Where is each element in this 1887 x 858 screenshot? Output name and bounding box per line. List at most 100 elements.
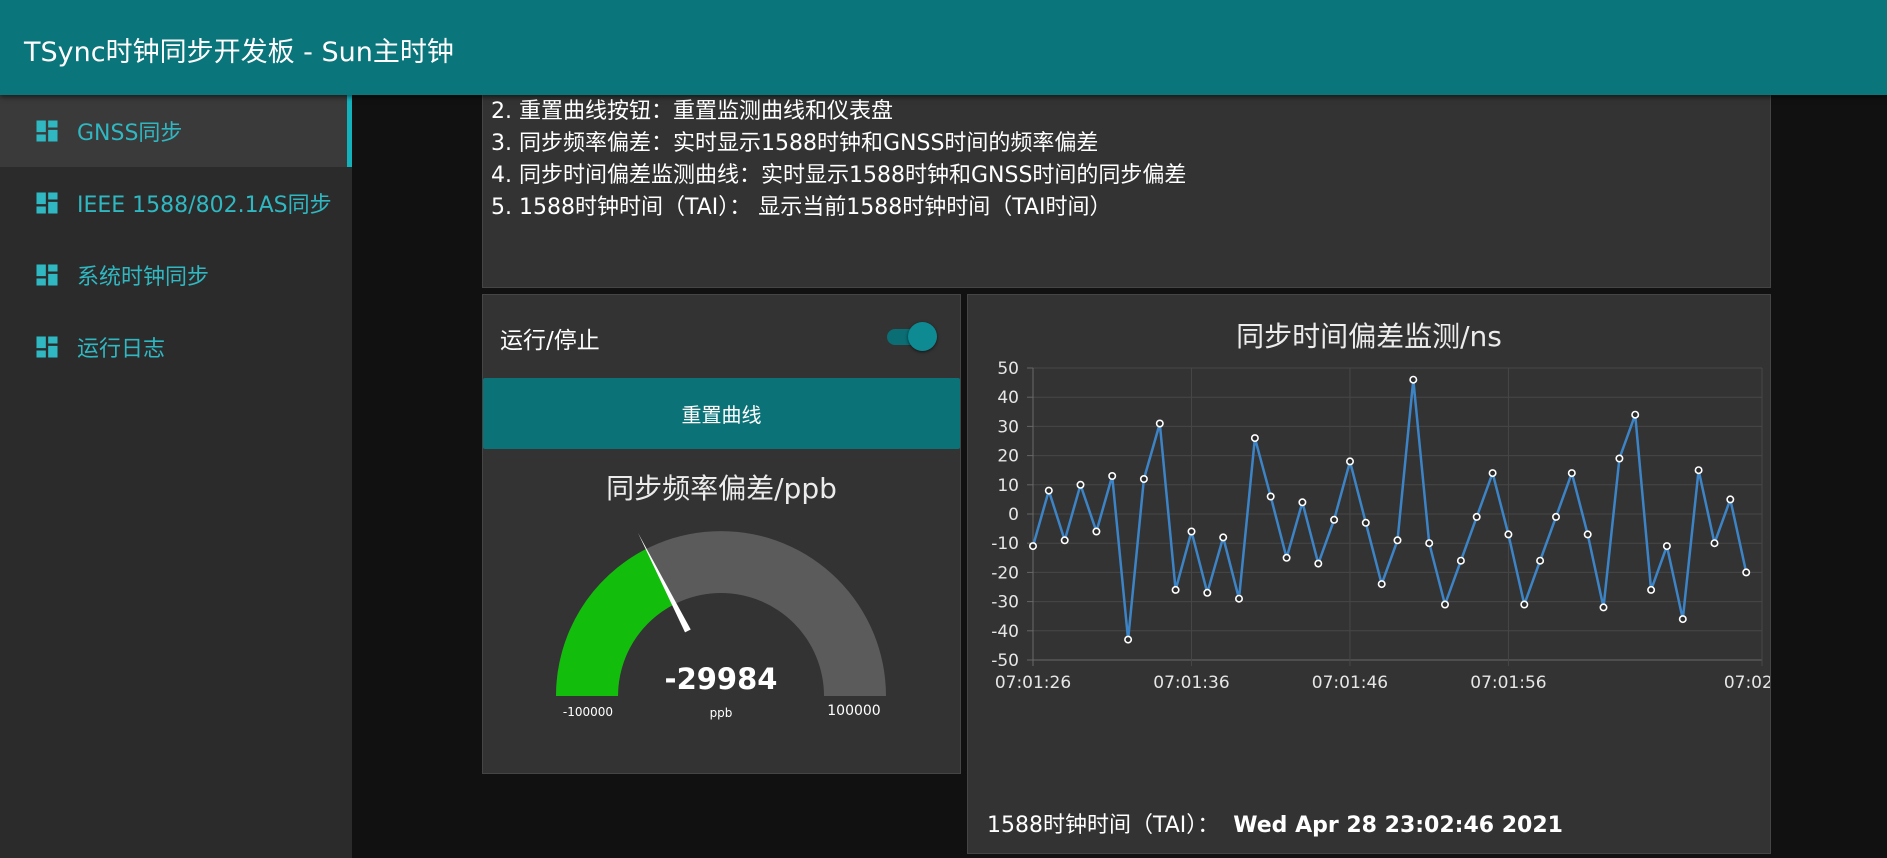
dashboard-icon	[36, 336, 58, 358]
sidebar-item-label: GNSS同步	[77, 121, 183, 146]
data-point	[1076, 480, 1085, 489]
instructions-card: 2. 重置曲线按钮：重置监测曲线和仪表盘 3. 同步频率偏差：实时显示1588时…	[482, 95, 1771, 288]
tai-time-value: Wed Apr 28 23:02:46 2021	[1233, 813, 1563, 838]
data-point	[1060, 536, 1069, 545]
data-point	[1219, 533, 1228, 542]
data-point	[1377, 580, 1386, 589]
tai-time-label: 1588时钟时间（TAI）：	[987, 813, 1220, 838]
toggle-knob	[908, 322, 937, 351]
dashboard-icon	[36, 120, 58, 142]
data-point	[1678, 615, 1687, 624]
sidebar: GNSS同步 IEEE 1588/802.1AS同步 系统时钟同步 运行日志	[0, 95, 352, 858]
gauge-max-label: 100000	[827, 703, 880, 719]
data-point	[1742, 568, 1751, 577]
y-tick-label: 50	[997, 359, 1019, 379]
y-tick-label: -10	[991, 534, 1019, 554]
data-point	[1393, 536, 1402, 545]
data-point	[1155, 419, 1164, 428]
data-point	[1028, 542, 1037, 551]
y-tick-label: 30	[997, 417, 1019, 437]
data-point	[1044, 486, 1053, 495]
data-point	[1425, 539, 1434, 548]
data-point	[1631, 410, 1640, 419]
y-tick-label: 10	[997, 476, 1019, 496]
dashboard-icon	[36, 264, 58, 286]
data-point	[1234, 594, 1243, 603]
dashboard-icon	[36, 192, 58, 214]
gauge-value: -29984	[665, 662, 778, 696]
data-point	[1726, 495, 1735, 504]
x-tick-label: 07:01:46	[1312, 673, 1388, 693]
app-title: TSync时钟同步开发板 - Sun主时钟	[24, 37, 454, 68]
data-point	[1314, 559, 1323, 568]
data-point	[1662, 542, 1671, 551]
control-gauge-card: 运行/停止 重置曲线 同步频率偏差/ppb -29984 ppb -100000…	[482, 294, 961, 774]
data-point	[1456, 556, 1465, 565]
data-point	[1187, 527, 1196, 536]
data-point	[1409, 375, 1418, 384]
data-point	[1504, 530, 1513, 539]
sidebar-item-run-log[interactable]: 运行日志	[0, 311, 352, 383]
top-app-bar: TSync时钟同步开发板 - Sun主时钟	[0, 0, 1887, 95]
data-point	[1361, 518, 1370, 527]
data-point	[1298, 498, 1307, 507]
sidebar-item-ieee1588[interactable]: IEEE 1588/802.1AS同步	[0, 167, 352, 239]
y-tick-label: -40	[991, 622, 1019, 642]
instruction-line: 4. 同步时间偏差监测曲线：实时显示1588时钟和GNSS时间的同步偏差	[491, 163, 1187, 188]
data-point	[1710, 539, 1719, 548]
instruction-line: 3. 同步频率偏差：实时显示1588时钟和GNSS时间的频率偏差	[491, 131, 1099, 156]
data-point	[1345, 457, 1354, 466]
data-point	[1472, 512, 1481, 521]
y-tick-label: -20	[991, 563, 1019, 583]
data-point	[1330, 515, 1339, 524]
sidebar-item-label: 运行日志	[77, 337, 166, 362]
data-point	[1536, 556, 1545, 565]
data-point	[1694, 466, 1703, 475]
y-tick-label: 40	[997, 388, 1019, 408]
data-point	[1520, 600, 1529, 609]
instruction-line: 2. 重置曲线按钮：重置监测曲线和仪表盘	[491, 99, 893, 124]
x-tick-label: 07:02:12	[1724, 673, 1770, 693]
x-tick-label: 07:01:26	[995, 673, 1071, 693]
y-tick-label: 20	[997, 447, 1019, 467]
run-stop-toggle[interactable]	[883, 321, 939, 353]
tai-time-row: 1588时钟时间（TAI）： Wed Apr 28 23:02:46 2021	[987, 807, 1563, 839]
gauge-unit: ppb	[710, 706, 733, 720]
gauge-min-label: -100000	[563, 705, 613, 719]
sidebar-item-system-clock[interactable]: 系统时钟同步	[0, 239, 352, 311]
data-point	[1599, 603, 1608, 612]
data-point	[1139, 475, 1148, 484]
data-point	[1647, 585, 1656, 594]
time-offset-chart-card: 同步时间偏差监测/ns 50 40 30 20 10 0 -10 -20 -30 -40 -50 07…	[967, 294, 1771, 854]
chart-title: 同步时间偏差监测/ns	[1236, 320, 1502, 353]
x-tick-label: 07:01:36	[1153, 673, 1229, 693]
data-point	[1124, 635, 1133, 644]
data-point	[1567, 469, 1576, 478]
y-tick-label: -30	[991, 593, 1019, 613]
data-point	[1266, 492, 1275, 501]
x-tick-label: 07:01:56	[1470, 673, 1546, 693]
data-point	[1171, 585, 1180, 594]
data-point	[1488, 469, 1497, 478]
sidebar-item-label: IEEE 1588/802.1AS同步	[77, 193, 332, 218]
data-point	[1092, 527, 1101, 536]
run-stop-label: 运行/停止	[500, 328, 600, 354]
instruction-line: 5. 1588时钟时间（TAI）： 显示当前1588时钟时间（TAI时间）	[491, 195, 1112, 220]
sidebar-item-label: 系统时钟同步	[77, 265, 210, 290]
data-point	[1440, 600, 1449, 609]
reset-curve-button[interactable]: 重置曲线	[483, 378, 960, 449]
data-point	[1282, 553, 1291, 562]
time-offset-line-chart: 50 40 30 20 10 0 -10 -20 -30 -40 -5007:01:26 07:01:…	[991, 359, 1770, 693]
frequency-gauge: -29984 ppb -100000 100000	[556, 531, 886, 720]
data-point	[1551, 512, 1560, 521]
y-tick-label: 0	[1008, 505, 1019, 525]
data-point	[1615, 454, 1624, 463]
data-point	[1108, 472, 1117, 481]
gauge-title: 同步频率偏差/ppb	[606, 472, 837, 505]
series-line	[1031, 378, 1748, 641]
sidebar-item-gnss[interactable]: GNSS同步	[0, 95, 352, 167]
y-tick-label: -50	[991, 651, 1019, 671]
data-point	[1203, 588, 1212, 597]
data-point	[1250, 434, 1259, 443]
data-point	[1583, 530, 1592, 539]
